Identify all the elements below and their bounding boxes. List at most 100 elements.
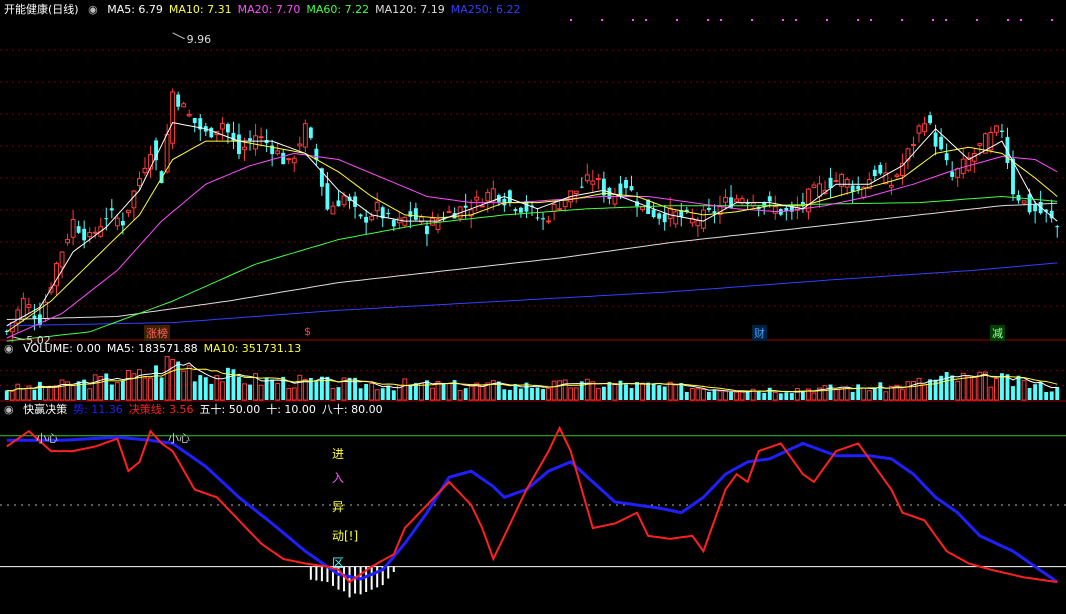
candle-body [856, 185, 861, 190]
volume-bar [833, 389, 839, 401]
indicator-label-1: 势: 11.36 [73, 403, 123, 416]
candle-body [15, 309, 21, 324]
candle-body [364, 216, 369, 223]
volume-bar [667, 381, 673, 401]
candle-body [950, 171, 955, 177]
volume-bar [739, 391, 745, 401]
event-marker-2[interactable]: 财 [752, 325, 767, 341]
ma-settings-icon[interactable]: ◉ [88, 3, 98, 16]
candle-body [131, 190, 137, 209]
candle-body [624, 179, 628, 189]
volume-bar [673, 384, 679, 401]
indicator-label-4: 十: 10.00 [266, 403, 316, 416]
candle-body [557, 208, 563, 211]
volume-bar [54, 385, 59, 401]
candle-body [70, 218, 76, 238]
volume-bar [186, 365, 192, 401]
candle-body [76, 226, 81, 233]
candle-body [253, 135, 258, 150]
candle-body [562, 199, 568, 208]
candle-body [137, 178, 142, 186]
candle-body [219, 123, 225, 130]
volume-settings-icon[interactable]: ◉ [4, 342, 14, 355]
candle-body [700, 209, 706, 229]
candle-body [888, 184, 894, 188]
stock-chart[interactable]: 9.965.02 [0, 0, 1066, 614]
volume-bar [712, 389, 717, 400]
volume-bar [579, 381, 584, 400]
volume-bar [1011, 386, 1015, 400]
candle-body [248, 138, 252, 141]
candle-body [330, 205, 336, 215]
signal-dot [1007, 19, 1009, 21]
event-marker-0[interactable]: 涨榜 [144, 325, 170, 341]
signal-dot [901, 19, 903, 21]
candle-body [369, 215, 375, 221]
volume-bar [541, 389, 545, 400]
volume-bar [551, 380, 557, 401]
indicator-settings-icon[interactable]: ◉ [4, 403, 14, 416]
volume-bar [330, 387, 336, 401]
volume-bar [82, 379, 87, 400]
volume-bar [258, 384, 264, 401]
signal-dot [1051, 19, 1053, 21]
volume-bar [778, 393, 783, 400]
candle-body [579, 186, 584, 188]
volume-bar [872, 388, 877, 400]
volume-bar [225, 367, 230, 400]
volume-bar [850, 391, 855, 400]
signal-dot [945, 19, 947, 21]
candle-body [911, 144, 916, 147]
volume-bar [87, 388, 93, 401]
volume-bar [584, 378, 590, 401]
ma-label-4: MA120: 7.19 [375, 3, 445, 16]
volume-bar [38, 381, 42, 400]
signal-dot [932, 19, 934, 21]
volume-bar [170, 358, 176, 401]
candle-body [546, 220, 552, 223]
candle-body [657, 213, 662, 219]
volume-bar [662, 386, 667, 400]
event-marker-3[interactable]: 减 [990, 325, 1005, 341]
candle-body [612, 193, 618, 205]
candle-body [595, 178, 601, 181]
volume-bar [700, 389, 706, 401]
volume-label-0: VOLUME: 0.00 [23, 342, 101, 355]
volume-bar [242, 383, 247, 401]
volume-bar [982, 371, 988, 401]
ma5-line [6, 122, 1058, 327]
event-marker-1[interactable]: $ [302, 325, 313, 338]
ma-label-3: MA60: 7.22 [306, 3, 370, 16]
volume-bar [386, 385, 391, 400]
stock-title[interactable]: 开能健康(日线) [4, 3, 79, 16]
candle-body [181, 103, 187, 108]
volume-bar [142, 377, 148, 401]
volume-bar [176, 361, 181, 400]
volume-bar [745, 391, 750, 400]
volume-bar [148, 377, 153, 401]
candle-body [695, 220, 701, 227]
signal-dot [570, 19, 572, 21]
volume-bar [601, 386, 606, 400]
volume-bar [767, 387, 772, 400]
volume-bar [32, 389, 37, 400]
indicator-label-2: 决策线: 3.56 [128, 403, 194, 416]
candle-body [485, 191, 491, 202]
volume-bar [922, 384, 927, 401]
candle-body [928, 115, 933, 124]
volume-bar [1049, 391, 1054, 400]
volume-bar [181, 370, 187, 401]
candle-body [109, 208, 114, 211]
candle-body [872, 169, 877, 177]
volume-bar [1033, 384, 1038, 400]
volume-bar [297, 374, 303, 401]
price-legend: 开能健康(日线) ◉ MA5: 6.79 MA10: 7.31 MA20: 7.70… [4, 3, 533, 17]
volume-bar [425, 380, 429, 400]
volume-bar [784, 392, 789, 400]
volume-bar [646, 382, 651, 400]
volume-bar [866, 390, 872, 401]
candle-body [374, 201, 380, 212]
candle-body [772, 206, 778, 214]
signal-dot [826, 19, 828, 21]
volume-bar [48, 386, 54, 401]
